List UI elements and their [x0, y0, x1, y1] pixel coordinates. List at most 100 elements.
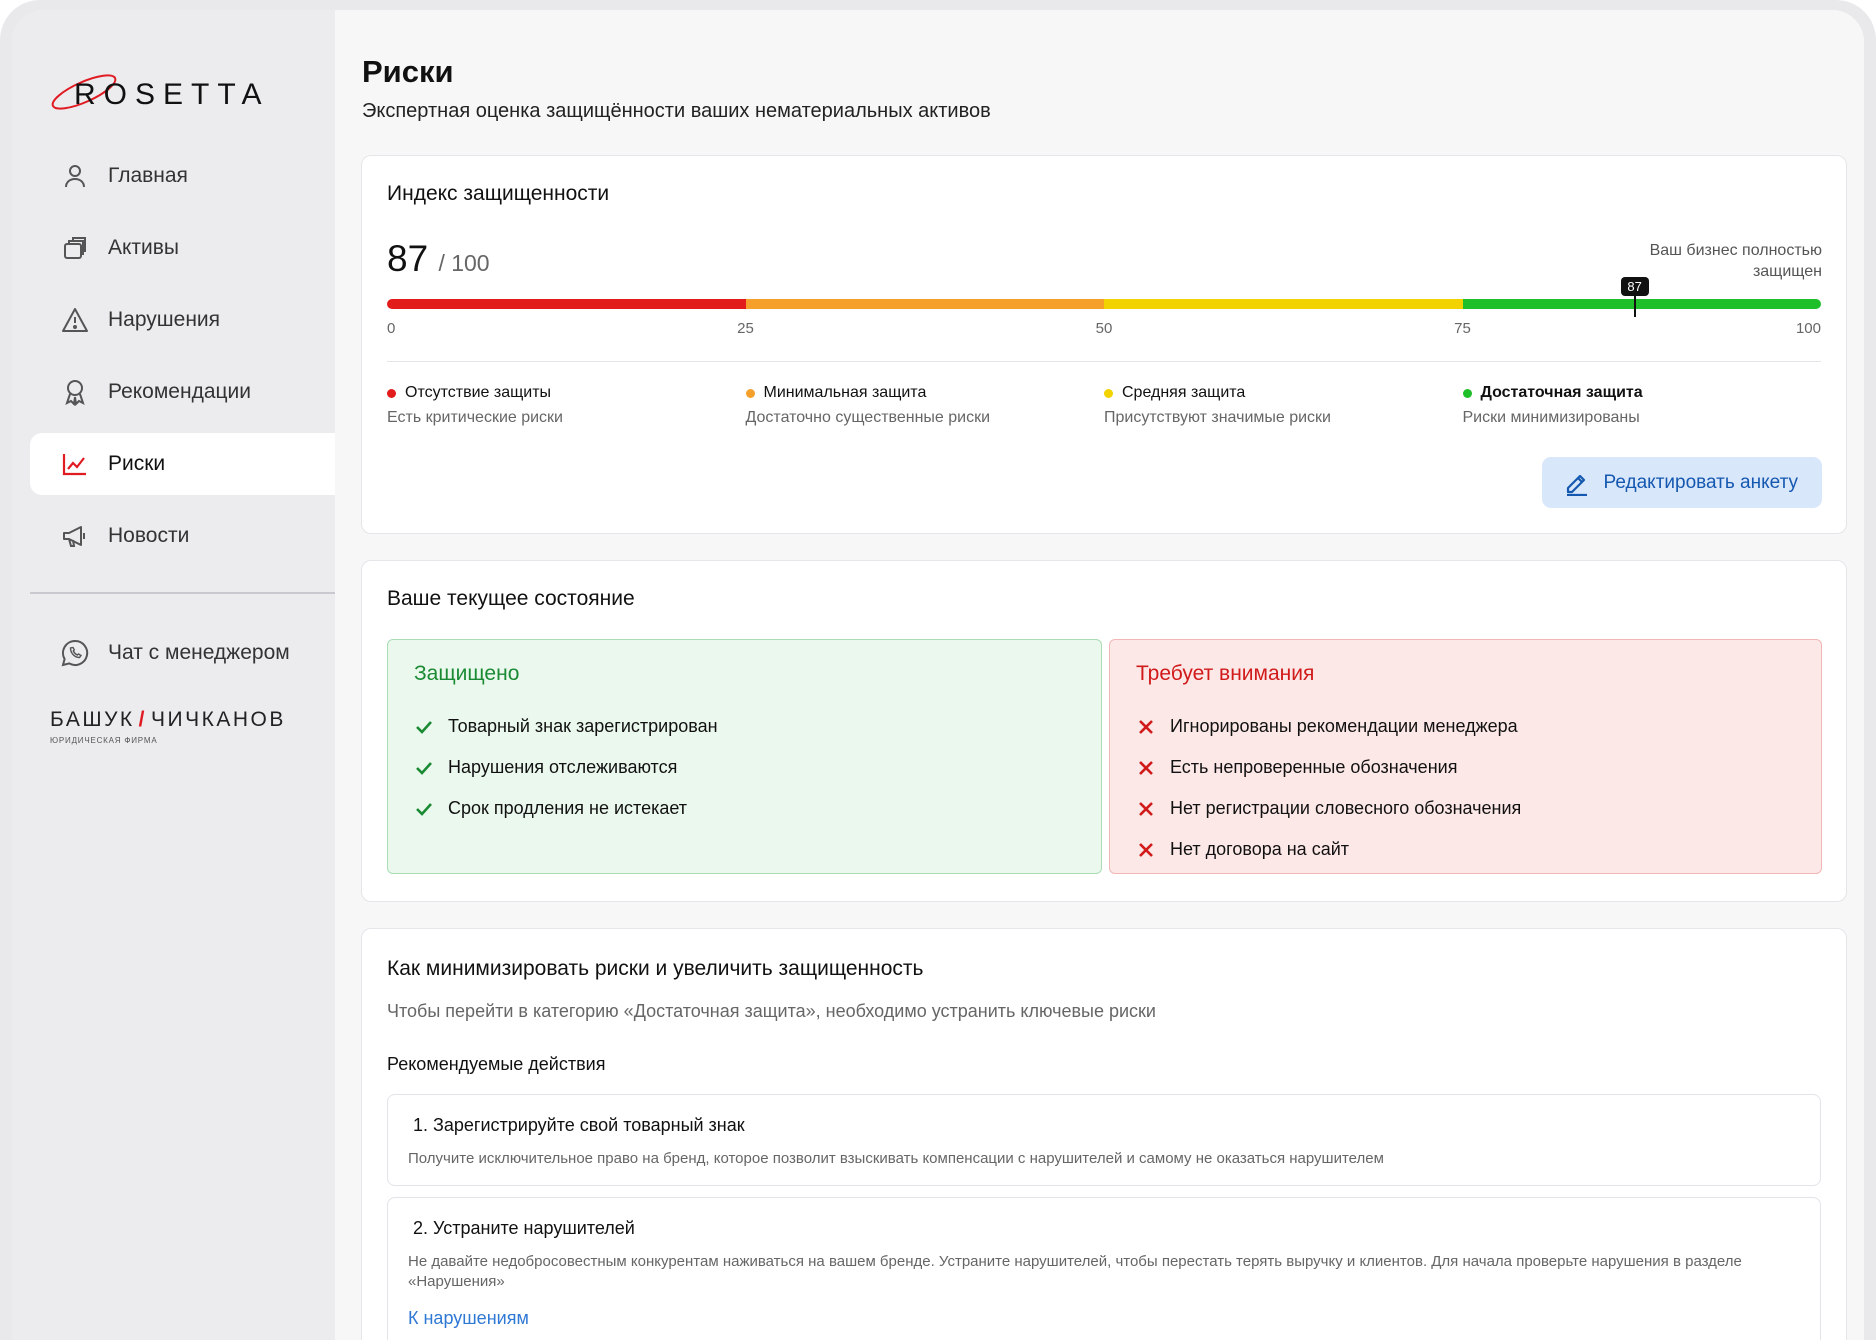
whatsapp-icon: [60, 638, 90, 668]
tick-label: 75: [1454, 320, 1471, 337]
legend-desc: Есть критические риски: [387, 409, 563, 426]
sidebar: ROSETTA Главная Активы Нарушения Рекомен…: [12, 10, 335, 1340]
check-icon: [414, 758, 434, 778]
status-note: Ваш бизнес полностью защищен: [1649, 242, 1822, 280]
partner-slash: /: [138, 708, 147, 731]
action-desc: Получите исключительное право на бренд, …: [408, 1150, 1384, 1167]
tick-label: 0: [387, 320, 396, 337]
list-item: Есть непроверенные обозначения: [1136, 747, 1521, 788]
legend-title: Средняя защита: [1122, 384, 1246, 401]
list-item: Нарушения отслеживаются: [414, 747, 718, 788]
legend-item: Отсутствие защиты Есть критические риски: [387, 384, 727, 427]
bar-segment-sufficient: [1462, 299, 1821, 309]
security-index-card: Индекс защищенности 87 / 100 Ваш бизнес …: [361, 155, 1847, 534]
legend-title: Достаточная защита: [1480, 384, 1643, 401]
panel-title: Защищено: [414, 662, 520, 685]
rosetta-logo[interactable]: ROSETTA: [48, 62, 308, 122]
list-item: Срок продления не истекает: [414, 788, 718, 829]
list-item-text: Нарушения отслеживаются: [448, 757, 678, 777]
list-item-text: Нет договора на сайт: [1170, 839, 1350, 859]
chart-icon: [60, 449, 90, 479]
legend-dot: [1104, 388, 1113, 398]
list-item: Нет регистрации словесного обозначения: [1136, 788, 1521, 829]
list-item: Товарный знак зарегистрирован: [414, 706, 718, 747]
sidebar-item-home[interactable]: Главная: [30, 145, 335, 207]
tick-label: 25: [737, 320, 754, 337]
protected-list: Товарный знак зарегистрирован Нарушения …: [414, 706, 718, 829]
legend-dot: [1462, 388, 1472, 398]
page-subtitle: Экспертная оценка защищённости ваших нем…: [362, 100, 991, 122]
card-subtitle: Чтобы перейти в категорию «Достаточная з…: [387, 1001, 1156, 1021]
recommendations-card: Как минимизировать риски и увеличить защ…: [361, 928, 1847, 1340]
sidebar-item-label: Активы: [108, 236, 180, 259]
list-item-text: Игнорированы рекомендации менеджера: [1170, 716, 1518, 736]
partner-name-left: БАШУК: [50, 708, 135, 731]
divider: [387, 361, 1821, 362]
action-title: 2. Устраните нарушителей: [413, 1218, 635, 1238]
sidebar-item-recommendations[interactable]: Рекомендации: [30, 361, 335, 423]
legend-item: Средняя защита Присутствуют значимые рис…: [1104, 384, 1444, 427]
edit-button-label: Редактировать анкету: [1603, 471, 1798, 493]
action-item: 1. Зарегистрируйте свой товарный знак По…: [387, 1094, 1821, 1186]
partner-logo: БАШУК / ЧИЧКАНОВ ЮРИДИЧЕСКАЯ ФИРМА: [50, 708, 286, 745]
card-title: Ваше текущее состояние: [387, 587, 635, 610]
sidebar-item-label: Нарушения: [108, 308, 221, 331]
sidebar-item-risks[interactable]: Риски: [30, 433, 335, 495]
score-value: 87: [387, 238, 429, 279]
check-icon: [414, 799, 434, 819]
sidebar-divider: [30, 592, 335, 594]
sidebar-item-news[interactable]: Новости: [30, 505, 335, 567]
sidebar-item-assets[interactable]: Активы: [30, 217, 335, 279]
legend-title: Отсутствие защиты: [405, 384, 552, 401]
current-state-card: Ваше текущее состояние Защищено Товарный…: [361, 560, 1847, 902]
pencil-icon: [1564, 470, 1590, 496]
attention-list: Игнорированы рекомендации менеджера Есть…: [1136, 706, 1521, 870]
action-title: 1. Зарегистрируйте свой товарный знак: [413, 1115, 745, 1135]
sidebar-item-label: Риски: [108, 452, 166, 475]
bar-segment-minimal: [745, 299, 1104, 309]
legend-desc: Достаточно существенные риски: [745, 409, 991, 426]
partner-subtitle: ЮРИДИЧЕСКАЯ ФИРМА: [50, 736, 158, 745]
logo-text: ROSETTA: [74, 78, 270, 111]
card-title: Как минимизировать риски и увеличить защ…: [387, 957, 924, 980]
device-frame: ROSETTA Главная Активы Нарушения Рекомен…: [0, 0, 1876, 1340]
tick-label: 50: [1095, 320, 1113, 337]
partner-name-right: ЧИЧКАНОВ: [151, 708, 286, 731]
list-item-text: Нет регистрации словесного обозначения: [1170, 798, 1522, 818]
edit-questionnaire-button[interactable]: Редактировать анкету: [1541, 457, 1822, 508]
sidebar-item-violations[interactable]: Нарушения: [30, 289, 335, 351]
list-item-text: Срок продления не истекает: [448, 798, 688, 818]
card-title: Индекс защищенности: [387, 182, 610, 205]
cross-icon: [1136, 758, 1156, 778]
sidebar-nav: Главная Активы Нарушения Рекомендации Ри…: [30, 145, 335, 577]
bar-ticks: 0 25 50 75 100: [387, 320, 1821, 340]
action-desc: Не давайте недобросовестным конкурентам …: [408, 1253, 1742, 1290]
sidebar-item-label: Рекомендации: [108, 380, 252, 403]
actions-heading: Рекомендуемые действия: [387, 1054, 606, 1074]
layers-icon: [60, 233, 90, 263]
warning-icon: [60, 305, 90, 335]
list-item-text: Есть непроверенные обозначения: [1170, 757, 1458, 777]
legend-title: Минимальная защита: [763, 384, 927, 401]
partner-name: БАШУК / ЧИЧКАНОВ: [50, 708, 286, 732]
bar-segment-medium: [1104, 299, 1463, 309]
legend: Отсутствие защиты Есть критические риски…: [387, 384, 1821, 434]
cross-icon: [1136, 799, 1156, 819]
action-item: 2. Устраните нарушителей Не давайте недо…: [387, 1197, 1821, 1340]
chat-label: Чат с менеджером: [108, 641, 290, 664]
list-item: Игнорированы рекомендации менеджера: [1136, 706, 1521, 747]
score-max: / 100: [438, 250, 490, 276]
marker-line: [1633, 293, 1636, 317]
sidebar-item-label: Главная: [108, 164, 188, 187]
main-content: Риски Экспертная оценка защищённости ваш…: [335, 10, 1864, 1340]
chat-with-manager[interactable]: Чат с менеджером: [30, 622, 335, 684]
bar-segment-none: [387, 299, 746, 309]
award-icon: [60, 377, 90, 407]
user-icon: [60, 161, 90, 191]
violations-link[interactable]: К нарушениям: [408, 1308, 529, 1329]
tick-label: 100: [1795, 320, 1821, 337]
list-item-text: Товарный знак зарегистрирован: [448, 716, 718, 736]
legend-dot: [387, 388, 396, 398]
legend-desc: Присутствуют значимые риски: [1104, 409, 1331, 426]
legend-item: Достаточная защита Риски минимизированы: [1462, 384, 1803, 427]
